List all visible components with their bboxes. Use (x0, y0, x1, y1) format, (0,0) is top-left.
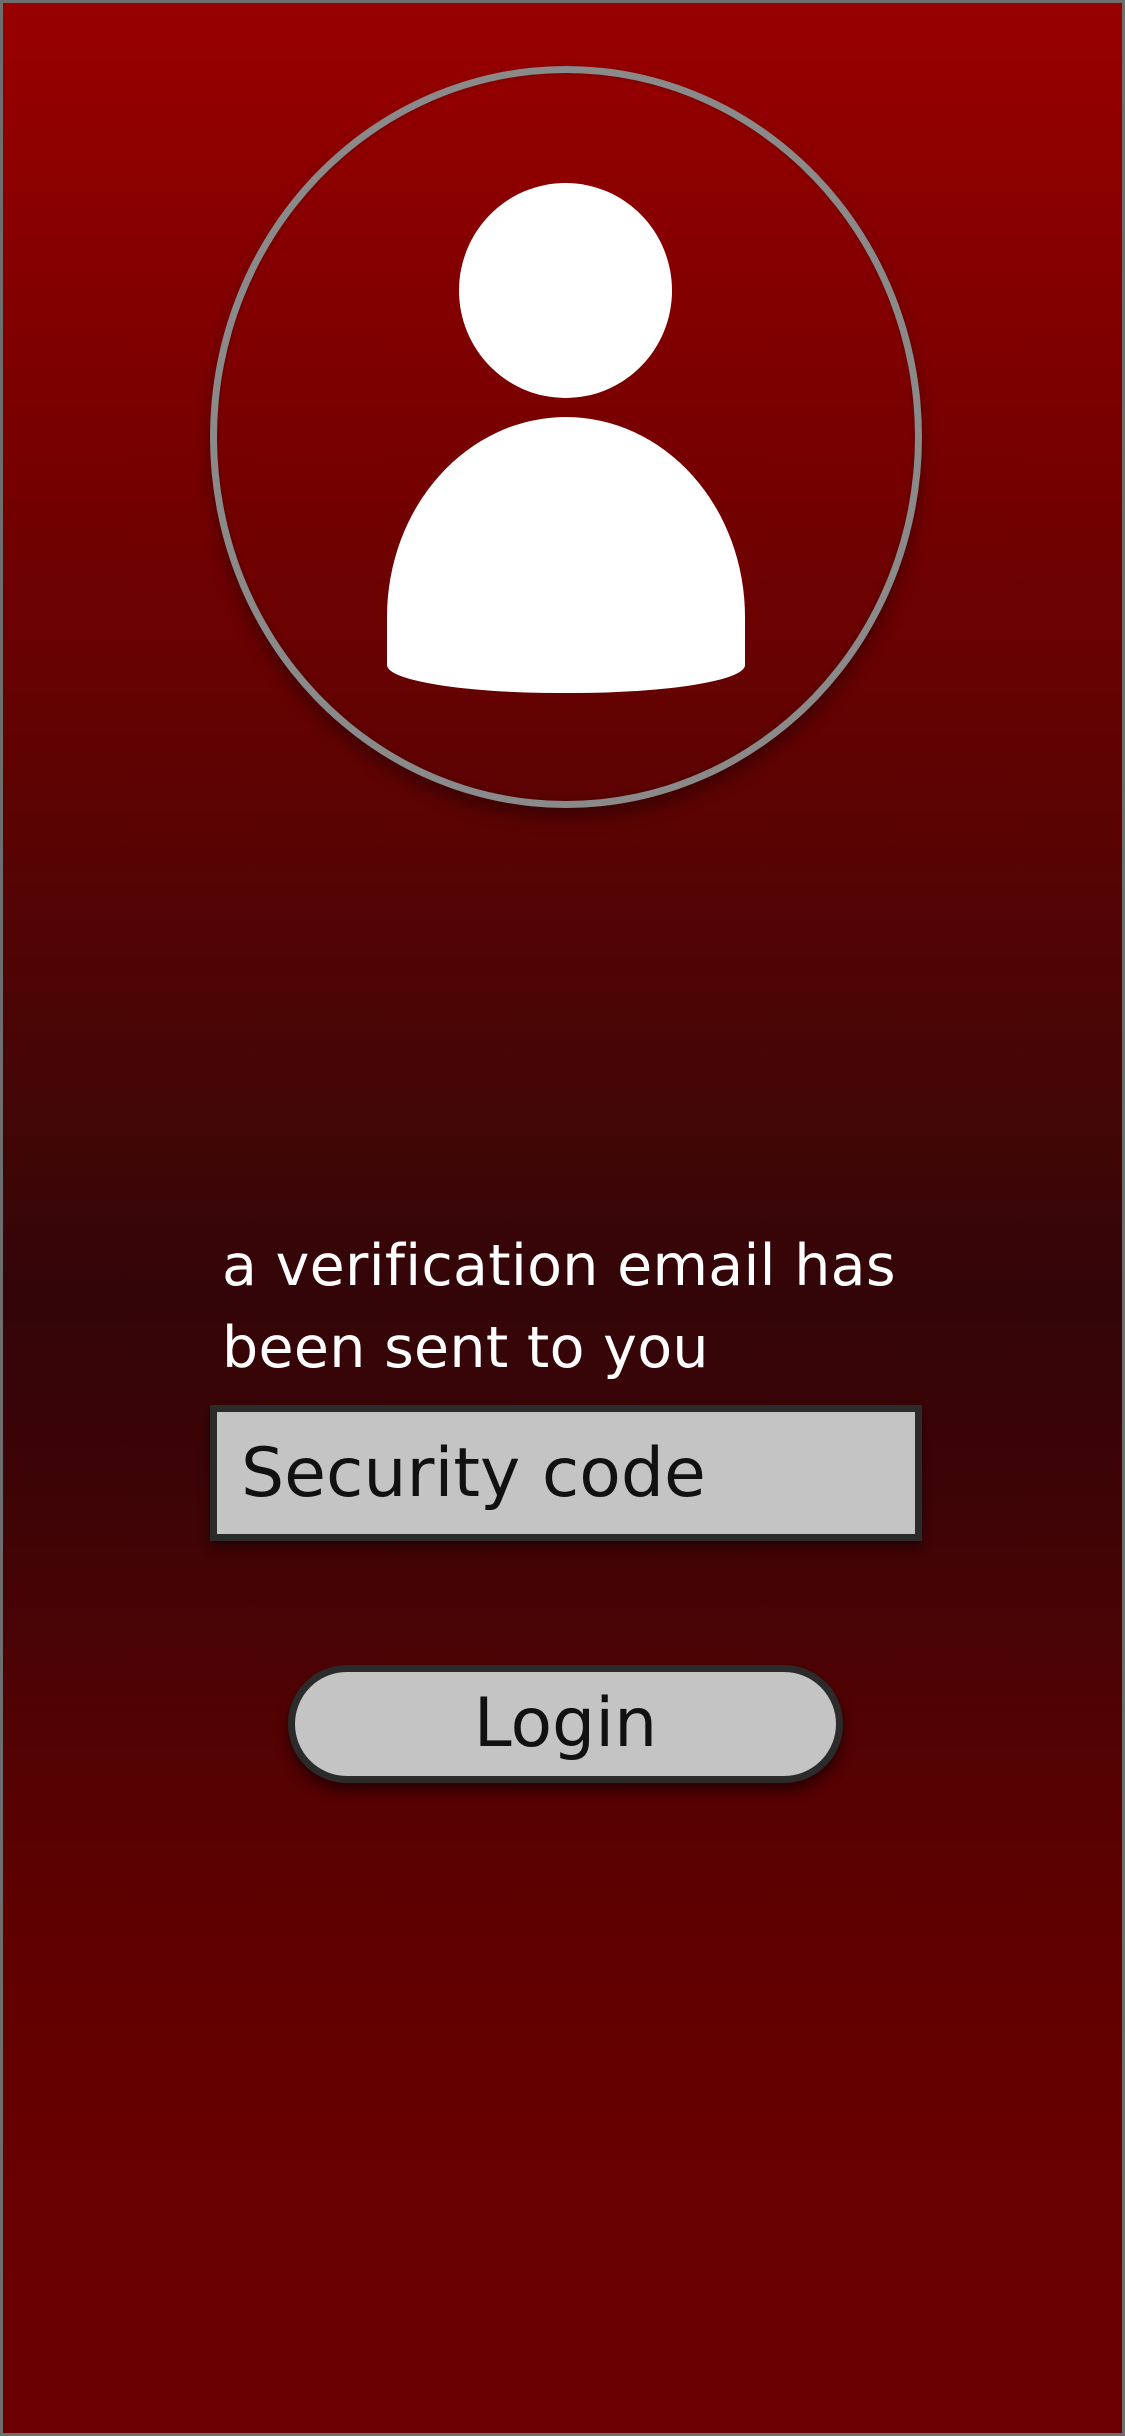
user-profile-icon-head (459, 183, 672, 398)
verification-message: a verification email has been sent to yo… (222, 1233, 896, 1381)
security-code-input[interactable] (210, 1405, 922, 1541)
login-button[interactable]: Login (288, 1665, 843, 1783)
verification-screen: a verification email has been sent to yo… (0, 0, 1125, 2436)
